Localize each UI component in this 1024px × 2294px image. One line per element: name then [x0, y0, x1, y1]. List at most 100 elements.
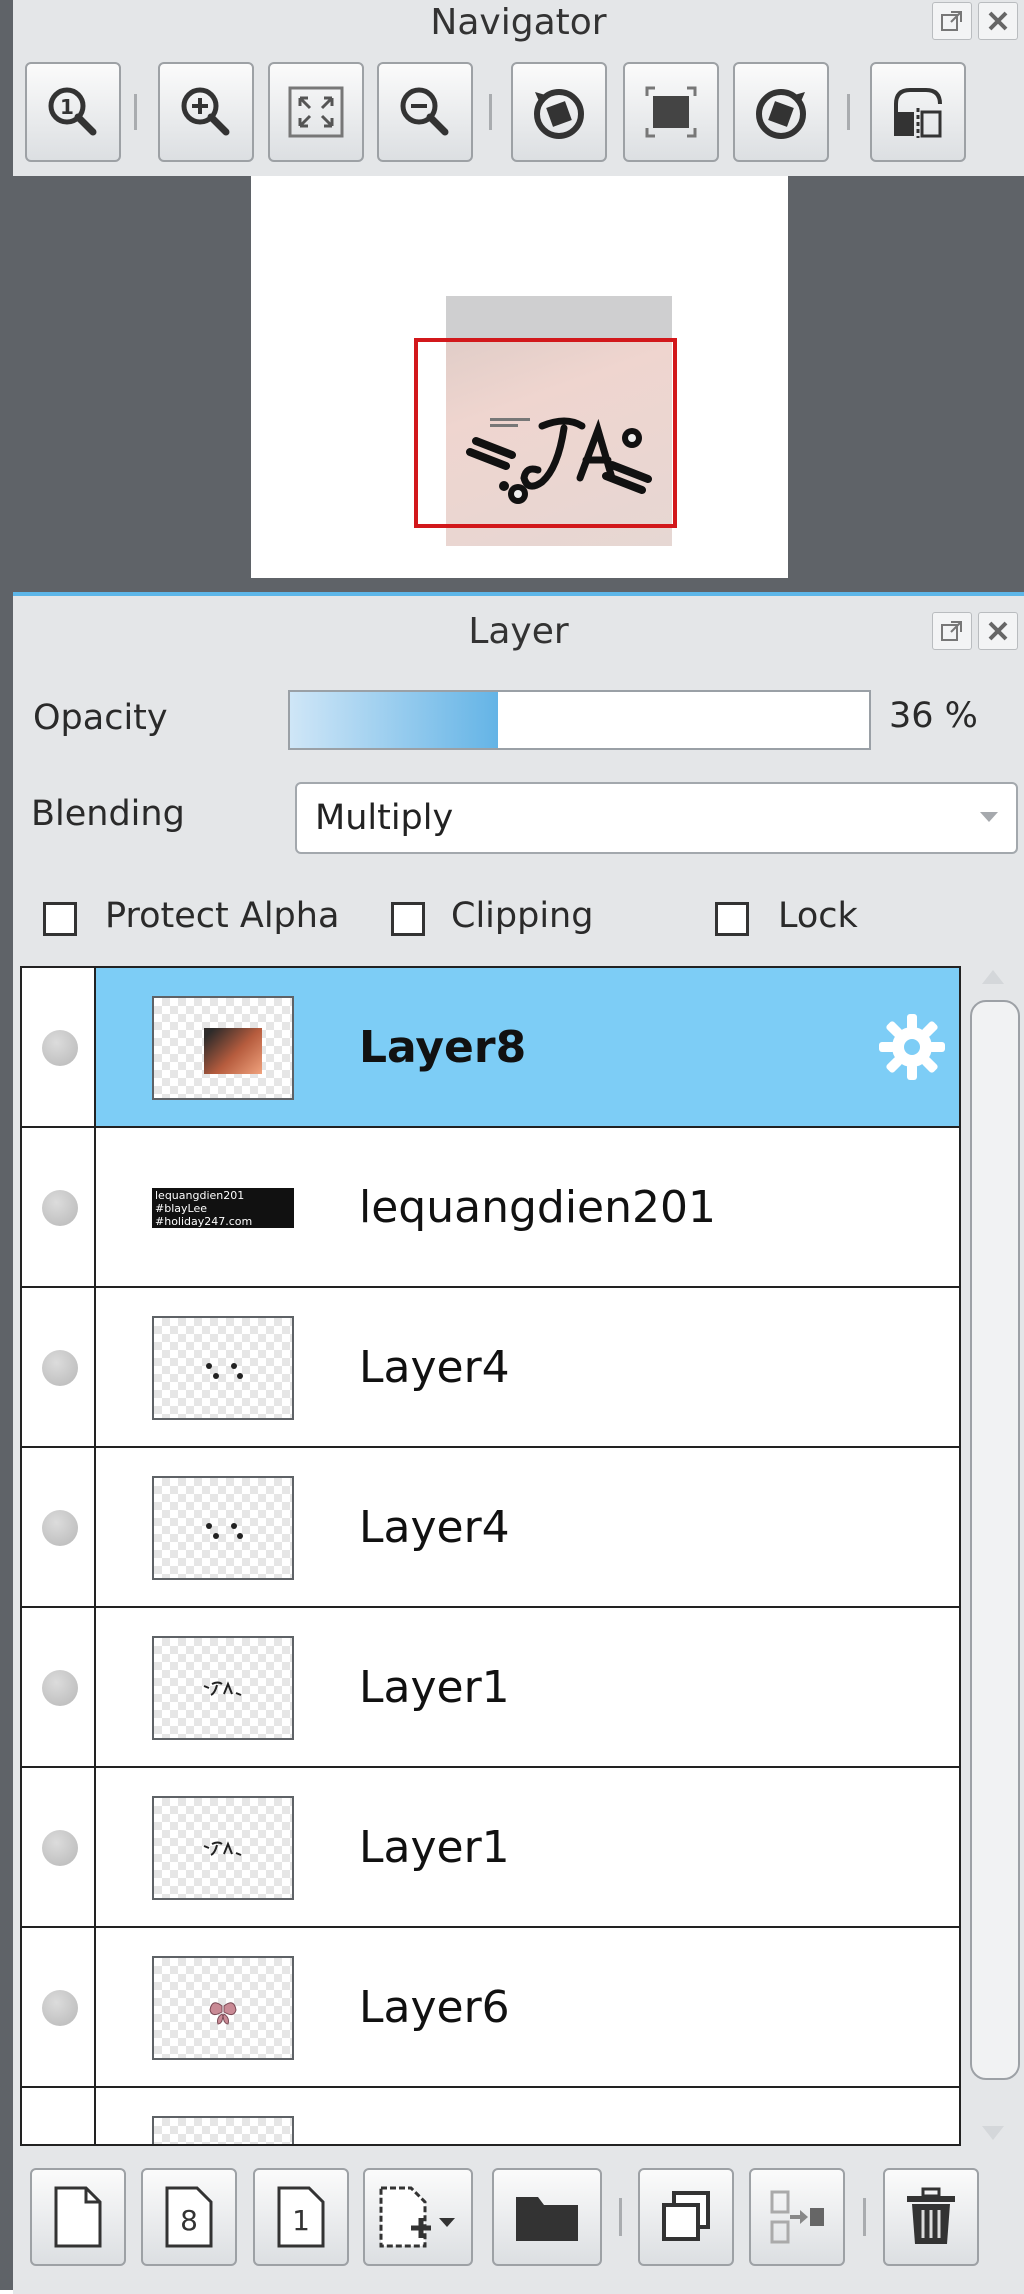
scrollbar-thumb[interactable]: [970, 1000, 1020, 2080]
svg-text:#blayLee: #blayLee: [155, 1202, 207, 1215]
layer-row[interactable]: Layer1: [22, 1608, 959, 1768]
clipping-checkbox[interactable]: [391, 902, 425, 936]
toolbar-separator: [863, 2198, 866, 2236]
new-folder-button[interactable]: [492, 2168, 602, 2266]
layer-name: Layer4: [359, 1502, 510, 1553]
layer-row[interactable]: Layer4: [22, 1448, 959, 1608]
reset-rotation-icon: [645, 86, 697, 138]
fit-window-button[interactable]: [268, 62, 364, 162]
layer-name: Layer4: [359, 1342, 510, 1393]
visibility-toggle[interactable]: [42, 1510, 78, 1546]
layer-close-button[interactable]: [978, 612, 1018, 650]
duplicate-icon: [662, 2191, 710, 2241]
rotate-left-button[interactable]: [511, 62, 607, 162]
visibility-column: [22, 1768, 96, 1926]
layer-row[interactable]: lequangdien201 #blayLee #holiday247.com …: [22, 1128, 959, 1288]
scroll-down-arrow-icon[interactable]: [982, 2126, 1004, 2140]
layer-row[interactable]: Layer8: [22, 968, 959, 1128]
merge-layer-button[interactable]: [749, 2168, 845, 2266]
visibility-toggle[interactable]: [42, 1990, 78, 2026]
layer-list-scrollbar[interactable]: [964, 966, 1024, 2146]
viewport-rectangle[interactable]: [414, 338, 677, 528]
rotate-right-button[interactable]: [733, 62, 829, 162]
popout-icon: [941, 621, 962, 641]
left-edge-strip: [0, 0, 13, 2290]
zoom-in-button[interactable]: [158, 62, 254, 162]
visibility-toggle[interactable]: [42, 1670, 78, 1706]
layer-thumbnail: [152, 2116, 294, 2144]
layer-row[interactable]: Layer6: [22, 1928, 959, 2088]
layer-1bit-icon: 1: [277, 2186, 325, 2248]
opacity-value: 36 %: [889, 696, 978, 736]
duplicate-layer-button[interactable]: [638, 2168, 734, 2266]
app-window: Navigator 1 Layer Opacity 36 % Blending …: [0, 0, 1024, 2294]
thumbnail-image: [204, 1028, 262, 1074]
new-page-icon: [54, 2186, 102, 2248]
blending-value: Multiply: [315, 798, 454, 838]
new-layer-button[interactable]: [30, 2168, 126, 2266]
layer-name: Layer8: [359, 1022, 527, 1073]
folder-icon: [516, 2197, 578, 2241]
lock-checkbox[interactable]: [715, 902, 749, 936]
toolbar-separator: [134, 94, 137, 130]
visibility-toggle[interactable]: [42, 1190, 78, 1226]
thumbnail-logo-image: [203, 1681, 242, 1696]
canvas-thumbnail: [251, 176, 788, 578]
svg-text:1: 1: [60, 95, 74, 119]
protect-alpha-label: Protect Alpha: [105, 896, 340, 936]
svg-text:1: 1: [292, 2204, 310, 2237]
close-icon: [988, 11, 1008, 31]
new-8bit-layer-button[interactable]: 8: [141, 2168, 237, 2266]
visibility-toggle[interactable]: [42, 1350, 78, 1386]
gear-icon[interactable]: [875, 1010, 949, 1084]
layer-row[interactable]: Layer3: [22, 2088, 959, 2144]
delete-layer-button[interactable]: [883, 2168, 979, 2266]
layer-row[interactable]: Layer1: [22, 1768, 959, 1928]
merge-down-icon: [770, 2190, 824, 2244]
flip-horizontal-icon: [894, 88, 942, 138]
layer-thumbnail: [152, 1956, 294, 2060]
layer-thumbnail: lequangdien201 #blayLee #holiday247.com: [152, 1156, 294, 1260]
protect-alpha-checkbox[interactable]: [43, 902, 77, 936]
blending-label: Blending: [31, 794, 185, 834]
layer-thumbnail: [152, 996, 294, 1100]
visibility-column: [22, 968, 96, 1126]
navigator-title: Navigator: [430, 2, 607, 43]
layer-thumbnail: [152, 1636, 294, 1740]
actual-size-button[interactable]: 1: [25, 62, 121, 162]
visibility-column: [22, 1608, 96, 1766]
navigator-preview[interactable]: [13, 176, 1024, 592]
artwork-header-strip: [446, 296, 672, 338]
layer-panel-title: Layer: [468, 611, 569, 652]
visibility-toggle[interactable]: [42, 1030, 78, 1066]
layer-popout-button[interactable]: [932, 612, 972, 650]
zoom-out-button[interactable]: [377, 62, 473, 162]
layer-thumbnail: [152, 1476, 294, 1580]
new-1bit-layer-button[interactable]: 1: [253, 2168, 349, 2266]
layer-name: Layer6: [359, 1982, 510, 2033]
clipping-label: Clipping: [451, 896, 594, 936]
layer-name: Layer1: [359, 1662, 510, 1713]
layer-thumbnail: [152, 1316, 294, 1420]
visibility-column: [22, 1928, 96, 2086]
layer-window-buttons: [932, 612, 1018, 650]
add-special-layer-button[interactable]: [363, 2168, 473, 2266]
visibility-toggle[interactable]: [42, 1830, 78, 1866]
layer-list: Layer8 lequangdien201 #blayLee #holiday2…: [20, 966, 961, 2146]
rotate-right-icon: [756, 89, 806, 139]
flip-horizontal-button[interactable]: [870, 62, 966, 162]
popout-icon: [941, 11, 962, 31]
close-icon: [988, 621, 1008, 641]
layer-row[interactable]: Layer4: [22, 1288, 959, 1448]
zoom-out-icon: [400, 87, 449, 136]
blending-dropdown[interactable]: Multiply: [295, 782, 1018, 854]
fit-window-icon: [288, 86, 344, 138]
reset-rotation-button[interactable]: [623, 62, 719, 162]
lock-label: Lock: [778, 896, 858, 936]
chevron-down-icon: [980, 812, 998, 822]
scroll-up-arrow-icon[interactable]: [982, 970, 1004, 984]
navigator-close-button[interactable]: [978, 2, 1018, 40]
opacity-slider[interactable]: [288, 690, 871, 750]
navigator-popout-button[interactable]: [932, 2, 972, 40]
navigator-toolbar: 1: [13, 62, 1024, 174]
